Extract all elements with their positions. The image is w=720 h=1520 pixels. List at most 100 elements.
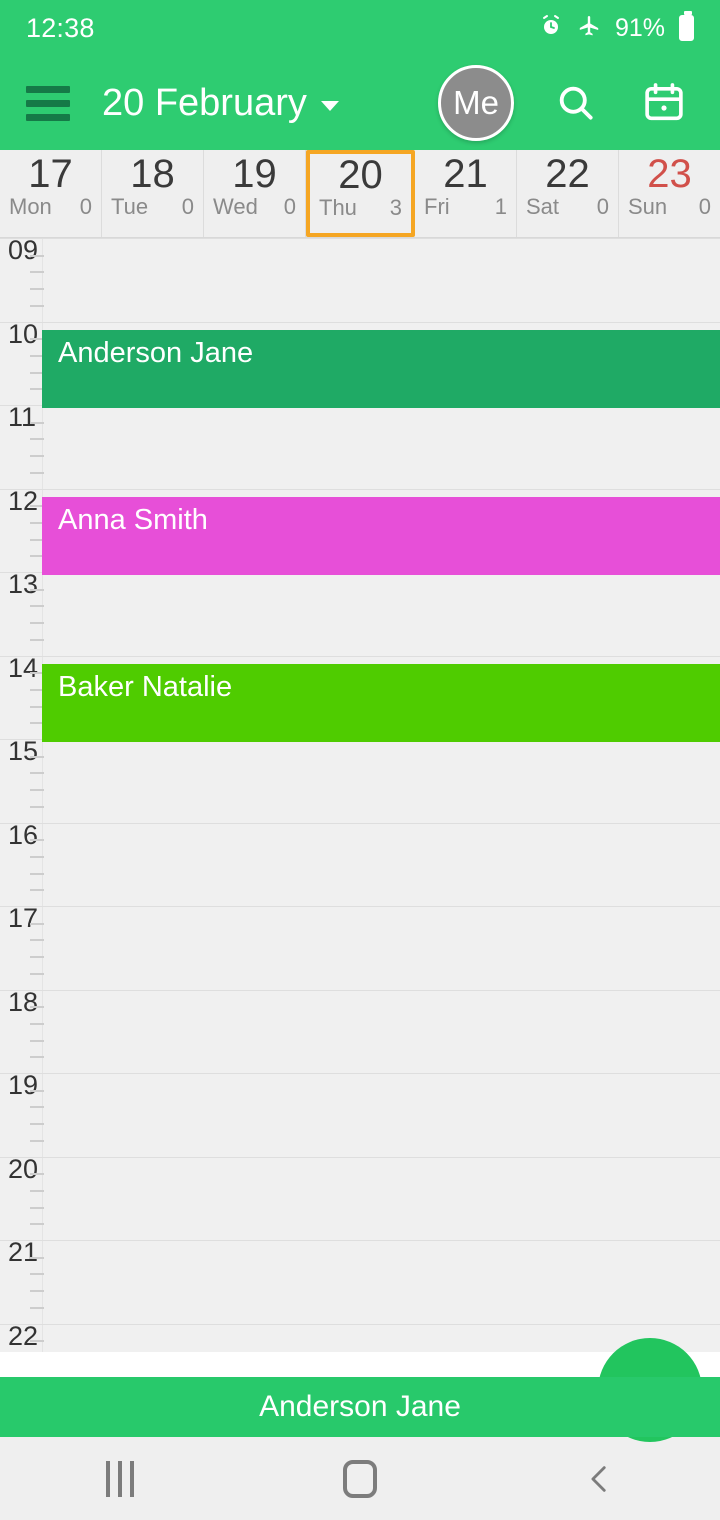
week-day-cell-6[interactable]: 23 Sun 0	[619, 150, 720, 237]
recents-glyph	[106, 1460, 134, 1497]
week-day-cell-0[interactable]: 17 Mon 0	[0, 150, 102, 237]
page-title: 20 February	[102, 81, 307, 124]
hour-line	[0, 1156, 720, 1158]
quarter-hour-tick	[30, 1173, 44, 1176]
calendar-icon[interactable]	[638, 77, 690, 129]
week-day-name: Thu	[319, 195, 357, 221]
week-day-number: 19	[232, 152, 277, 196]
quarter-hour-tick	[30, 1290, 44, 1293]
week-day-number: 23	[647, 152, 692, 196]
avatar[interactable]: Me	[438, 65, 514, 141]
hour-line	[0, 321, 720, 323]
quarter-hour-tick	[30, 789, 44, 792]
quarter-hour-tick	[30, 288, 44, 291]
chevron-down-icon	[320, 101, 339, 111]
week-day-number: 22	[545, 152, 590, 196]
quarter-hour-tick	[30, 872, 44, 875]
hour-line	[0, 1073, 720, 1074]
hour-row[interactable]: 15	[0, 736, 720, 823]
week-day-cell-1[interactable]: 18 Tue 0	[102, 150, 204, 237]
hamburger-menu-icon[interactable]	[26, 85, 70, 121]
hour-line	[0, 989, 720, 991]
home-glyph	[343, 1459, 377, 1498]
airplane-mode-icon	[577, 14, 601, 43]
week-day-count: 0	[283, 194, 296, 220]
quarter-hour-tick	[30, 755, 44, 758]
quarter-hour-tick	[30, 622, 44, 625]
hamburger-bar	[26, 113, 70, 121]
hamburger-bar	[26, 99, 70, 107]
hamburger-bar	[26, 85, 70, 93]
hour-row[interactable]: 20	[0, 1154, 720, 1241]
quarter-hour-tick	[30, 588, 44, 591]
week-day-cell-3-selected[interactable]: 20 Thu 3	[306, 150, 415, 237]
week-day-name: Sun	[628, 194, 668, 220]
week-day-name: Tue	[111, 194, 149, 220]
hour-row[interactable]: 19	[0, 1070, 720, 1157]
quarter-hour-tick	[30, 1273, 44, 1276]
week-day-cell-4[interactable]: 21 Fri 1	[415, 150, 517, 237]
hour-line	[0, 238, 720, 239]
quarter-hour-tick	[30, 1256, 44, 1259]
calendar-event[interactable]: Anna Smith	[42, 497, 720, 575]
app-bar: 20 February Me	[0, 56, 720, 150]
calendar-event-title: Anna Smith	[58, 504, 208, 536]
hour-label: 22	[8, 1320, 39, 1351]
selected-event-bar[interactable]: Anderson Jane	[0, 1377, 720, 1437]
quarter-hour-tick	[30, 1139, 44, 1142]
quarter-hour-tick	[30, 1089, 44, 1092]
hour-row[interactable]: 22	[0, 1320, 720, 1353]
hour-row[interactable]: 18	[0, 986, 720, 1074]
recents-icon[interactable]	[60, 1437, 180, 1520]
quarter-hour-tick	[30, 855, 44, 858]
hour-line	[0, 1240, 720, 1241]
week-day-number: 21	[443, 152, 488, 196]
hour-row[interactable]: 16	[0, 820, 720, 907]
search-icon[interactable]	[550, 77, 602, 129]
hour-label: 19	[8, 1070, 39, 1100]
calendar-event[interactable]: Anderson Jane	[42, 330, 720, 408]
android-nav-bar	[0, 1437, 720, 1520]
hour-row[interactable]: 11	[0, 402, 720, 489]
home-icon[interactable]	[300, 1437, 420, 1520]
hour-line	[0, 1323, 720, 1325]
hour-label: 18	[8, 986, 39, 1017]
week-day-number: 17	[28, 152, 73, 196]
quarter-hour-tick	[30, 471, 44, 474]
quarter-hour-tick	[30, 455, 44, 458]
quarter-hour-tick	[30, 421, 44, 424]
quarter-hour-tick	[30, 271, 44, 274]
quarter-hour-tick	[30, 1306, 44, 1309]
week-day-number: 18	[130, 152, 175, 196]
hour-line	[0, 906, 720, 907]
quarter-hour-tick	[30, 304, 44, 307]
status-time: 12:38	[26, 12, 95, 43]
hour-row[interactable]: 13	[0, 569, 720, 656]
quarter-hour-tick	[30, 1123, 44, 1126]
hour-label: 10	[8, 318, 39, 349]
week-day-count: 0	[79, 194, 92, 220]
hour-label: 12	[8, 485, 39, 516]
quarter-hour-tick	[30, 1056, 44, 1059]
quarter-hour-tick	[30, 805, 44, 808]
quarter-hour-tick	[30, 1189, 44, 1192]
week-day-name: Mon	[9, 194, 52, 220]
date-title-dropdown[interactable]: 20 February	[102, 82, 339, 125]
hour-row[interactable]: 21	[0, 1237, 720, 1324]
quarter-hour-tick	[30, 1340, 44, 1343]
week-day-cell-2[interactable]: 19 Wed 0	[204, 150, 306, 237]
back-icon[interactable]	[540, 1437, 660, 1520]
quarter-hour-tick	[30, 605, 44, 608]
battery-icon	[679, 11, 694, 41]
status-bar: 12:38 91%	[0, 0, 720, 56]
day-timeline-grid[interactable]: 09 10 11 12 13 14 15 16 17 18 19 20 21 22 Anderson Ja…	[0, 238, 720, 1352]
battery-percent: 91%	[614, 13, 665, 42]
quarter-hour-tick	[30, 956, 44, 959]
quarter-hour-tick	[30, 1206, 44, 1209]
week-day-cell-5[interactable]: 22 Sat 0	[517, 150, 619, 237]
hour-row[interactable]: 17	[0, 903, 720, 990]
calendar-app-screen: 12:38 91% 20 February Me 17 Mon 0 18 Tue…	[0, 0, 720, 1520]
calendar-event[interactable]: Baker Natalie	[42, 664, 720, 742]
hour-row[interactable]: 09	[0, 238, 720, 322]
quarter-hour-tick	[30, 438, 44, 441]
